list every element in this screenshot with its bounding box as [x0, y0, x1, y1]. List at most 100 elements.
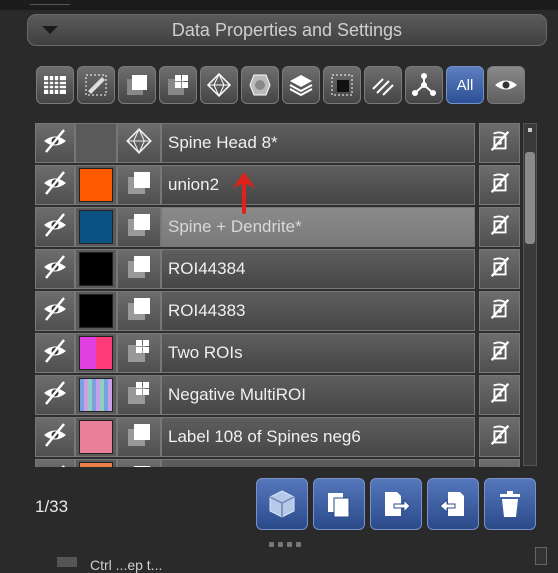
color-swatch-cell[interactable] — [75, 459, 117, 467]
collapse-triangle-icon — [42, 26, 58, 34]
surface-filter-button[interactable] — [200, 66, 238, 104]
lock-toggle[interactable] — [479, 123, 520, 163]
color-swatch-cell[interactable] — [75, 249, 117, 289]
lock-toggle[interactable] — [479, 249, 520, 289]
color-swatch-cell[interactable] — [75, 291, 117, 331]
visibility-toggle[interactable] — [35, 333, 75, 373]
lock-toggle[interactable] — [479, 291, 520, 331]
outer-scrollbar[interactable] — [535, 547, 547, 565]
color-swatch-cell[interactable] — [75, 207, 117, 247]
eye-hidden-icon — [41, 127, 69, 160]
eye-hidden-icon — [41, 169, 69, 202]
list-row[interactable]: ROI44383 — [35, 291, 520, 333]
color-swatch-cell[interactable] — [75, 333, 117, 373]
item-name[interactable]: Label 108 of Spines neg6 — [161, 417, 475, 457]
visibility-toggle[interactable] — [35, 165, 75, 205]
color-swatch-cell[interactable] — [75, 165, 117, 205]
lock-toggle[interactable] — [479, 207, 520, 247]
list-row[interactable]: Spine Head 8* — [35, 123, 520, 165]
delete-button[interactable] — [484, 478, 536, 530]
single-roi-icon — [125, 253, 153, 286]
list-row[interactable]: Spine + Dendrite* — [35, 207, 520, 249]
item-name[interactable]: Negative MultiROI — [161, 375, 475, 415]
type-cell — [117, 165, 161, 205]
cube-icon — [269, 490, 295, 518]
mesh-filter-button[interactable] — [241, 66, 279, 104]
create-surface-button[interactable] — [256, 478, 308, 530]
section-header[interactable]: Data Properties and Settings — [27, 14, 547, 46]
grid-icon — [44, 76, 66, 94]
color-swatch — [79, 462, 113, 467]
next-section-title: Ctrl ...ep t... — [90, 557, 163, 573]
visibility-toggle[interactable] — [35, 207, 75, 247]
color-swatch-cell[interactable] — [75, 123, 117, 163]
lock-toggle[interactable] — [479, 375, 520, 415]
lines-filter-button[interactable] — [364, 66, 402, 104]
list-row[interactable] — [35, 459, 520, 467]
visibility-toggle[interactable] — [35, 123, 75, 163]
layers-filter-button[interactable] — [282, 66, 320, 104]
single-roi-filter-button[interactable] — [118, 66, 156, 104]
lock-toggle[interactable] — [479, 459, 520, 467]
type-cell — [117, 207, 161, 247]
unlocked-icon — [487, 380, 513, 411]
color-swatch-cell[interactable] — [75, 417, 117, 457]
filter-toolbar: All — [36, 66, 525, 106]
export-icon — [385, 492, 411, 516]
eye-hidden-icon — [41, 337, 69, 370]
eye-hidden-icon — [41, 295, 69, 328]
list-row[interactable]: union2 — [35, 165, 520, 207]
unlocked-icon — [487, 464, 513, 467]
multi-roi-icon — [125, 379, 153, 412]
item-name[interactable]: Two ROIs — [161, 333, 475, 373]
single-roi-icon — [127, 75, 147, 95]
single-roi-icon — [125, 295, 153, 328]
item-count: 1/33 — [35, 497, 69, 516]
item-name[interactable] — [161, 459, 475, 467]
visibility-toggle[interactable] — [35, 375, 75, 415]
resize-handle[interactable] — [269, 542, 301, 547]
eye-hidden-icon — [41, 379, 69, 412]
export-button[interactable] — [370, 478, 422, 530]
bounding-box-filter-button[interactable] — [323, 66, 361, 104]
scrollbar-cap — [528, 128, 532, 132]
color-swatch-cell[interactable] — [75, 375, 117, 415]
visibility-toggle[interactable] — [35, 249, 75, 289]
next-section-collapse-icon[interactable] — [57, 557, 77, 567]
visibility-toggle[interactable] — [35, 417, 75, 457]
import-button[interactable] — [427, 478, 479, 530]
grid-filter-button[interactable] — [36, 66, 74, 104]
color-swatch — [79, 420, 113, 454]
multi-roi-icon — [125, 337, 153, 370]
visibility-toggle[interactable] — [35, 459, 75, 467]
ruler-filter-button[interactable] — [77, 66, 115, 104]
color-swatch — [79, 294, 113, 328]
lock-toggle[interactable] — [479, 333, 520, 373]
list-scrollbar[interactable] — [523, 123, 537, 466]
multi-roi-filter-button[interactable] — [159, 66, 197, 104]
item-name[interactable]: ROI44383 — [161, 291, 475, 331]
import-icon — [439, 492, 464, 516]
visibility-toggle[interactable] — [35, 291, 75, 331]
list-row[interactable]: Negative MultiROI — [35, 375, 520, 417]
lock-toggle[interactable] — [479, 165, 520, 205]
item-name[interactable]: Spine Head 8* — [161, 123, 475, 163]
lock-toggle[interactable] — [479, 417, 520, 457]
color-swatch — [79, 378, 113, 412]
list-row[interactable]: ROI44384 — [35, 249, 520, 291]
duplicate-button[interactable] — [313, 478, 365, 530]
surface-icon — [206, 72, 232, 98]
item-name[interactable]: Spine + Dendrite* — [161, 207, 475, 247]
type-cell — [117, 459, 161, 467]
item-name[interactable]: union2 — [161, 165, 475, 205]
item-name[interactable]: ROI44384 — [161, 249, 475, 289]
all-filter-button[interactable]: All — [446, 66, 484, 104]
list-row[interactable]: Two ROIs — [35, 333, 520, 375]
visibility-toggle-button[interactable] — [487, 66, 525, 104]
unlocked-icon — [487, 170, 513, 201]
list-row[interactable]: Label 108 of Spines neg6 — [35, 417, 520, 459]
color-swatch — [79, 252, 113, 286]
scrollbar-thumb[interactable] — [525, 152, 535, 244]
graph-network-icon — [412, 73, 436, 96]
graph-filter-button[interactable] — [405, 66, 443, 104]
